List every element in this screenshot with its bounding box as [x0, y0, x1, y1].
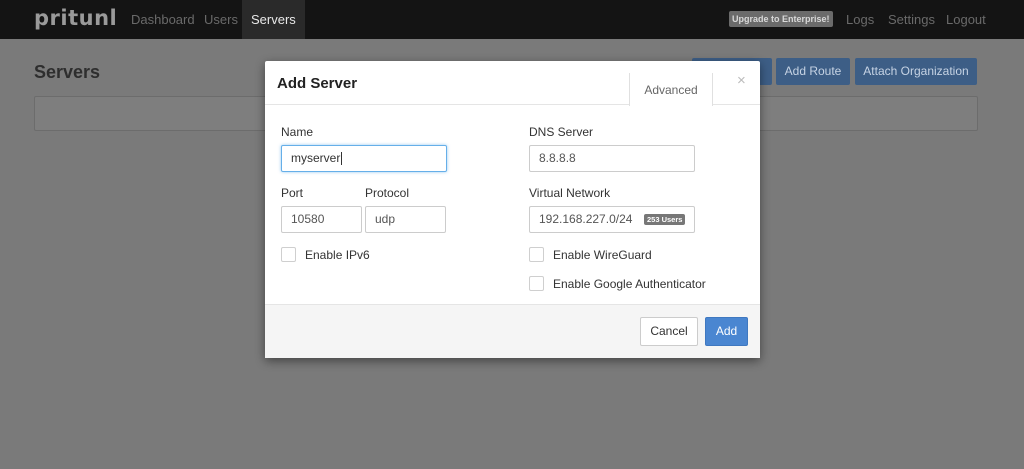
port-label: Port	[281, 186, 304, 200]
modal-header: Add Server Advanced ×	[265, 61, 760, 106]
top-navbar: pritunl Dashboard Users Servers Upgrade …	[0, 0, 1024, 39]
protocol-select[interactable]: udp	[365, 206, 446, 233]
nav-users[interactable]: Users	[204, 0, 238, 39]
nav-logout[interactable]: Logout	[946, 0, 986, 39]
users-count-badge: 253 Users	[644, 214, 686, 225]
dns-input[interactable]: 8.8.8.8	[529, 145, 695, 172]
network-label: Virtual Network	[529, 186, 611, 200]
name-label: Name	[281, 125, 314, 139]
network-value: 192.168.227.0/24	[539, 212, 633, 226]
add-route-button[interactable]: Add Route	[776, 58, 850, 85]
cancel-button[interactable]: Cancel	[640, 317, 698, 346]
close-icon[interactable]: ×	[737, 72, 746, 89]
nav-logs[interactable]: Logs	[846, 0, 874, 39]
network-input[interactable]: 192.168.227.0/24 253 Users	[529, 206, 695, 233]
nav-servers[interactable]: Servers	[242, 0, 305, 39]
tab-advanced[interactable]: Advanced	[629, 73, 713, 106]
attach-organization-button[interactable]: Attach Organization	[855, 58, 977, 85]
upgrade-enterprise-button[interactable]: Upgrade to Enterprise!	[729, 11, 833, 27]
modal-footer: Cancel Add	[265, 304, 760, 358]
add-button[interactable]: Add	[705, 317, 748, 346]
modal-title: Add Server	[277, 75, 358, 92]
ipv6-label: Enable IPv6	[305, 248, 370, 262]
add-server-modal: Add Server Advanced × Name myserver Port…	[265, 61, 760, 358]
name-input[interactable]: myserver	[281, 145, 447, 172]
text-caret	[341, 152, 343, 166]
port-input[interactable]: 10580	[281, 206, 362, 233]
page-title: Servers	[34, 62, 101, 82]
brand-logo[interactable]: pritunl	[34, 6, 117, 30]
google-auth-checkbox[interactable]	[529, 276, 544, 291]
nav-settings[interactable]: Settings	[888, 0, 935, 39]
wireguard-label: Enable WireGuard	[553, 248, 652, 262]
nav-dashboard[interactable]: Dashboard	[131, 0, 195, 39]
google-auth-label: Enable Google Authenticator	[553, 277, 706, 291]
name-value: myserver	[291, 151, 341, 165]
wireguard-checkbox[interactable]	[529, 247, 544, 262]
ipv6-checkbox[interactable]	[281, 247, 296, 262]
dns-label: DNS Server	[529, 125, 594, 139]
protocol-label: Protocol	[365, 186, 410, 200]
